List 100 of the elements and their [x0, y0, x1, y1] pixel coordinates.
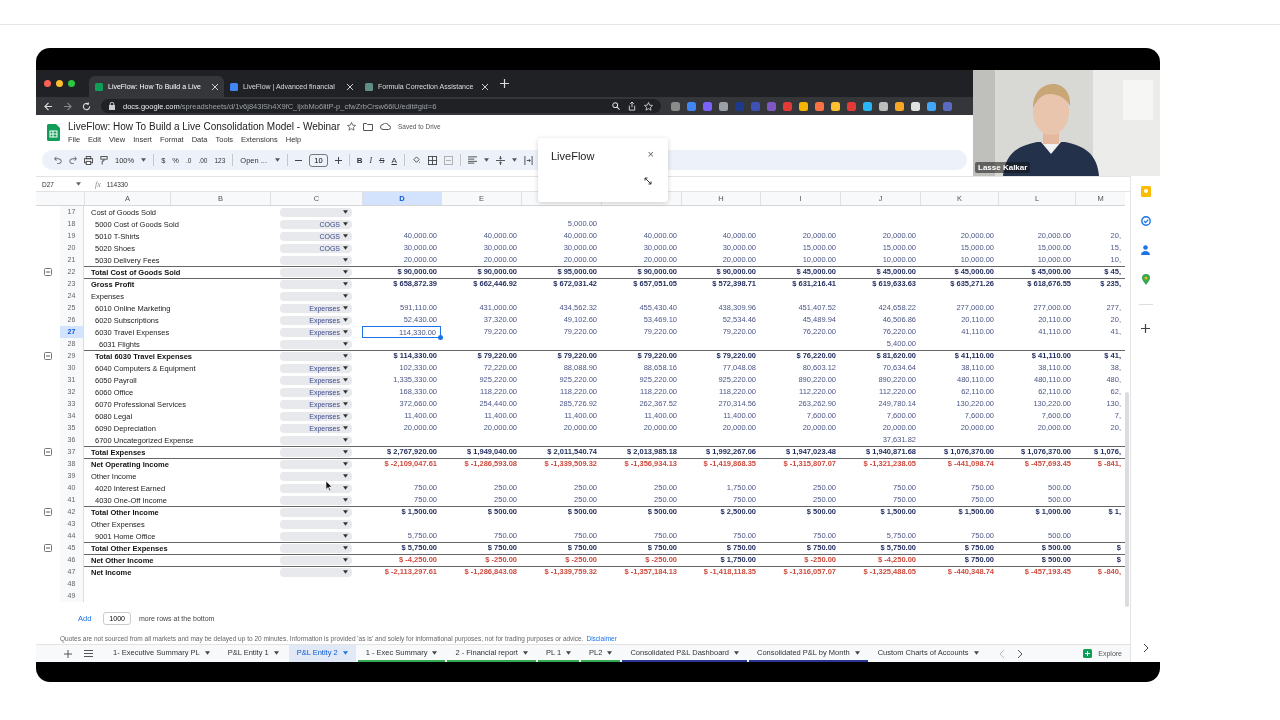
caret-icon	[343, 402, 348, 406]
collapse-group-icon[interactable]	[44, 508, 52, 516]
cloud-icon	[380, 123, 391, 130]
collapse-group-icon[interactable]	[44, 544, 52, 552]
caret-icon	[343, 330, 348, 334]
caret-icon	[432, 650, 438, 655]
caret-icon	[511, 158, 517, 162]
caret-icon	[343, 534, 348, 538]
person-icon[interactable]	[1141, 245, 1150, 255]
caret-icon	[483, 158, 489, 162]
caret-icon	[343, 222, 348, 226]
caret-icon	[342, 650, 348, 655]
tab-favicon-icon	[365, 82, 373, 91]
folder-icon[interactable]	[363, 122, 373, 131]
paint-format-icon[interactable]	[100, 155, 108, 165]
function-label: fx	[95, 179, 101, 189]
caret-icon	[343, 390, 348, 394]
caret-icon	[522, 650, 528, 655]
maximize-window-icon[interactable]	[68, 80, 75, 87]
scroll-right-icon[interactable]	[1016, 649, 1023, 658]
align-icon[interactable]	[467, 156, 477, 164]
caret-icon	[343, 318, 348, 322]
caret-icon	[343, 570, 348, 574]
back-icon[interactable]	[44, 101, 53, 111]
borders-icon[interactable]	[427, 155, 437, 165]
sheets-logo-icon[interactable]	[47, 124, 60, 141]
caret-icon	[734, 650, 739, 655]
mouse-pointer-icon	[326, 481, 333, 491]
menu-icon[interactable]	[84, 650, 93, 657]
caret-icon	[343, 438, 348, 442]
caret-icon	[343, 522, 348, 526]
caret-icon	[566, 650, 572, 655]
popup-title: LiveFlow	[551, 150, 595, 162]
expand-icon[interactable]	[644, 177, 652, 185]
close-icon[interactable]	[482, 83, 488, 90]
close-button[interactable]: ×	[647, 148, 654, 160]
plus-icon[interactable]	[334, 156, 342, 164]
tab-favicon-icon	[95, 82, 103, 91]
caret-icon	[343, 546, 348, 550]
strikethrough-button[interactable]: S	[379, 155, 385, 165]
caret-icon	[343, 510, 348, 514]
add-sheet-icon[interactable]	[64, 649, 72, 658]
close-icon[interactable]	[212, 83, 218, 90]
caret-icon	[343, 306, 348, 310]
chevron-right-icon[interactable]	[1142, 644, 1149, 652]
caret-icon	[343, 282, 348, 286]
star-icon[interactable]	[347, 122, 356, 131]
caret-icon	[275, 158, 281, 162]
caret-icon	[343, 498, 348, 502]
bold-button[interactable]: B	[356, 155, 363, 165]
search-icon[interactable]	[612, 102, 620, 110]
caret-icon	[204, 650, 210, 655]
caret-icon	[973, 650, 979, 655]
minimize-window-icon[interactable]	[56, 80, 63, 87]
caret-icon	[343, 378, 348, 382]
caret-icon	[76, 182, 81, 186]
caret-icon	[343, 294, 348, 298]
caret-icon	[343, 426, 348, 430]
vertical-align-icon[interactable]	[495, 155, 505, 165]
caret-icon	[607, 650, 613, 655]
italic-button[interactable]: I	[369, 155, 373, 165]
share-icon[interactable]	[628, 101, 636, 111]
text-wrap-icon[interactable]	[523, 155, 533, 165]
caret-icon	[343, 270, 348, 274]
caret-icon	[343, 258, 348, 262]
lock-icon	[109, 102, 115, 110]
caret-icon	[141, 158, 147, 162]
explore-icon	[1083, 649, 1093, 658]
caret-icon	[343, 462, 348, 466]
caret-icon	[343, 234, 348, 238]
caret-icon	[343, 246, 348, 250]
merge-cells-icon[interactable]	[443, 155, 453, 165]
caret-icon	[343, 558, 348, 562]
caret-icon	[343, 354, 348, 358]
caret-icon	[343, 210, 348, 214]
print-icon[interactable]	[84, 155, 93, 165]
caret-icon	[343, 474, 348, 478]
caret-icon	[343, 450, 348, 454]
reload-icon[interactable]	[82, 101, 91, 111]
document-title[interactable]: LiveFlow: How To Build a Live Consolidation Model - Webinar	[68, 121, 340, 132]
close-window-icon[interactable]	[44, 80, 51, 87]
map-pin-icon[interactable]	[1141, 274, 1150, 285]
collapse-group-icon[interactable]	[44, 268, 52, 276]
collapse-group-icon[interactable]	[44, 448, 52, 456]
close-icon[interactable]	[347, 83, 353, 90]
tasks-icon[interactable]	[1140, 216, 1151, 226]
caret-icon	[854, 650, 860, 655]
category-dropdown[interactable]	[280, 483, 352, 493]
redo-icon[interactable]	[69, 156, 77, 164]
forward-icon[interactable]	[63, 101, 72, 111]
new-tab-icon[interactable]	[500, 79, 509, 88]
caret-icon	[343, 342, 348, 346]
participant-name: Lasse Kalkar	[975, 162, 1031, 173]
fill-color-icon[interactable]	[411, 155, 421, 165]
text-color-button[interactable]: A	[391, 155, 397, 165]
collapse-group-icon[interactable]	[44, 352, 52, 360]
caret-icon	[273, 650, 279, 655]
undo-icon[interactable]	[54, 156, 62, 164]
plus-icon[interactable]	[1141, 324, 1150, 333]
caret-icon	[343, 414, 348, 418]
